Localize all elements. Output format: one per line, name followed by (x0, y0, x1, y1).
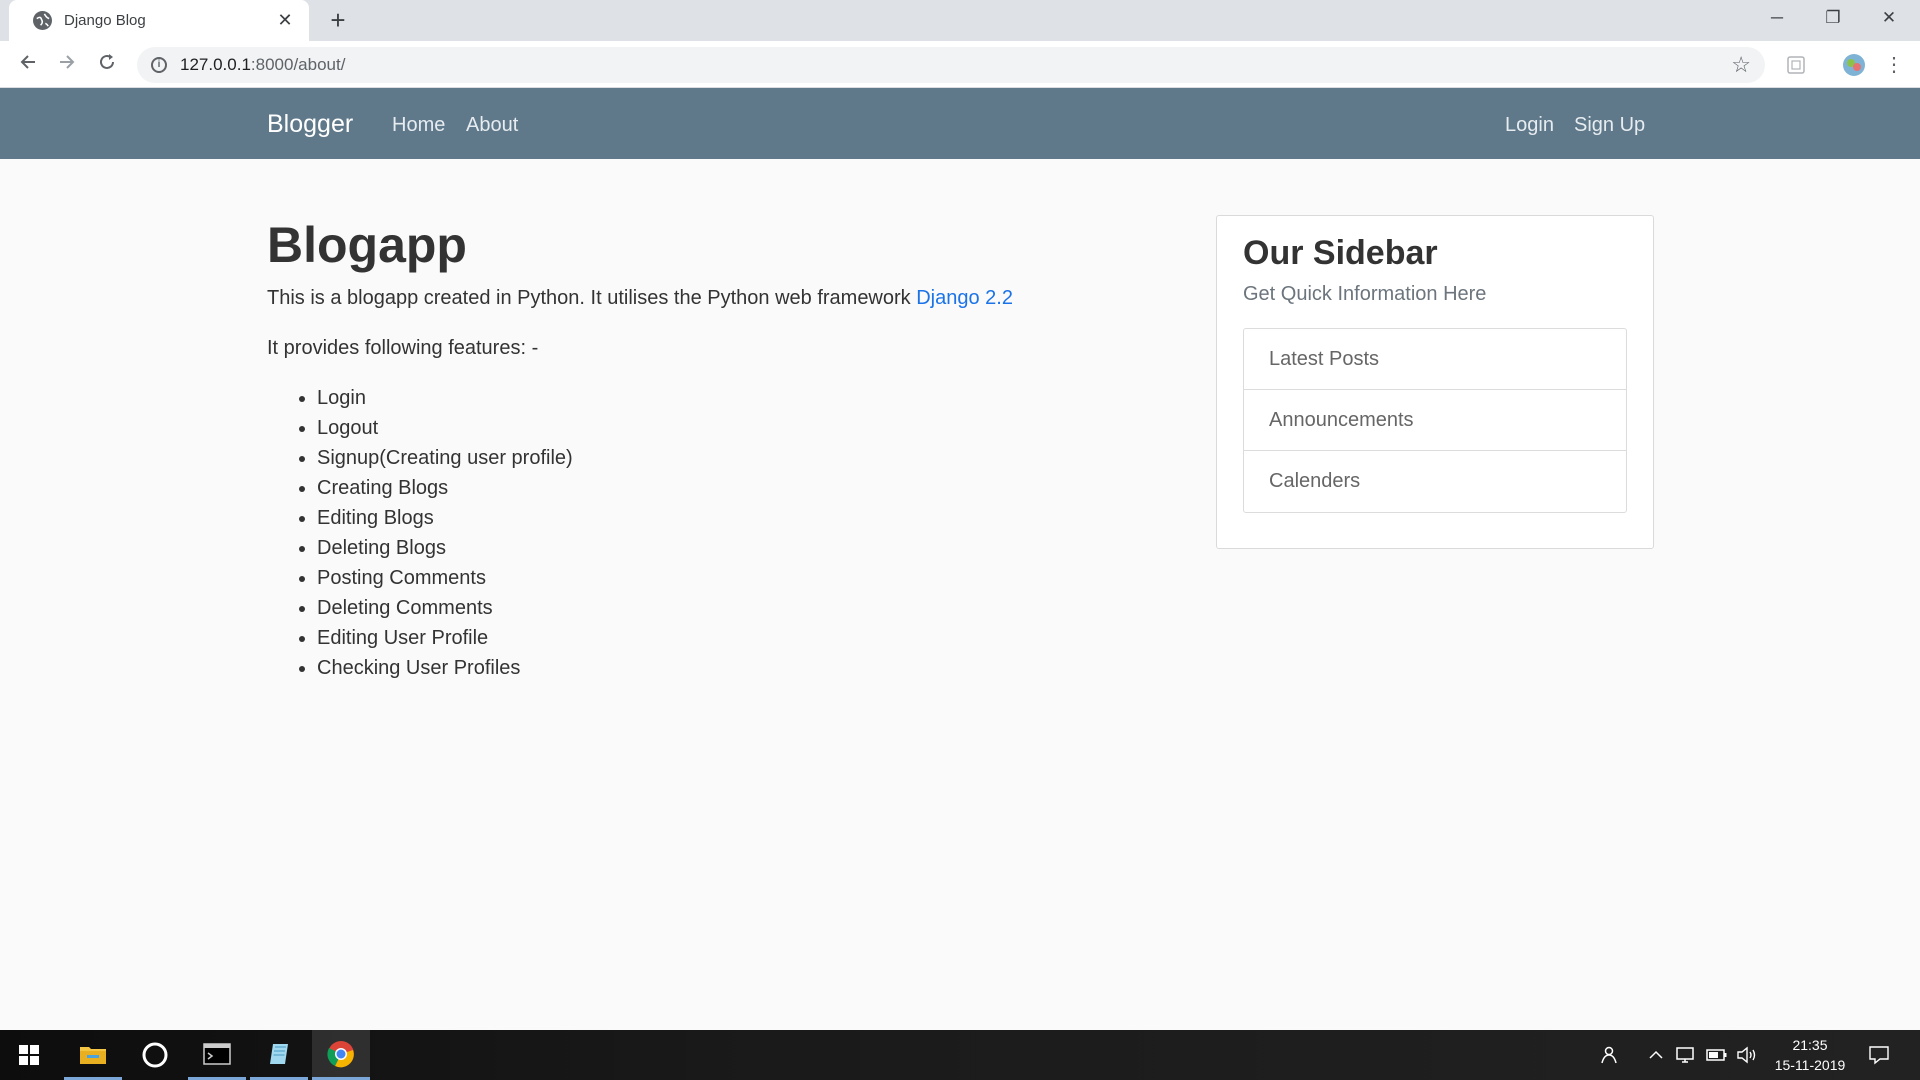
extension-icon[interactable] (1786, 55, 1806, 75)
intro-text: This is a blogapp created in Python. It … (267, 287, 917, 309)
list-item: Logout (317, 413, 1067, 443)
globe-icon (33, 11, 52, 30)
volume-icon[interactable] (1736, 1030, 1758, 1080)
nav-signup[interactable]: Sign Up (1574, 114, 1645, 137)
sidebar-item-calenders[interactable]: Calenders (1244, 451, 1626, 512)
system-clock[interactable]: 21:35 15-11-2019 (1765, 1035, 1855, 1075)
cortana-icon[interactable] (126, 1030, 184, 1080)
sidebar-card: Our Sidebar Get Quick Information Here L… (1216, 215, 1654, 549)
site-navbar: Blogger Home About Login Sign Up (0, 88, 1920, 159)
file-explorer-icon[interactable] (64, 1030, 122, 1080)
network-icon[interactable] (1676, 1030, 1696, 1080)
browser-tab-strip: Django Blog ✕ + ─ ❐ ✕ (0, 0, 1920, 41)
notepad-app-icon[interactable] (250, 1030, 308, 1080)
nav-login[interactable]: Login (1505, 114, 1554, 137)
reload-icon[interactable] (91, 49, 123, 81)
intro-paragraph: This is a blogapp created in Python. It … (267, 283, 1067, 313)
list-item: Posting Comments (317, 563, 1067, 593)
battery-icon[interactable] (1706, 1030, 1728, 1080)
clock-date: 15-11-2019 (1774, 1057, 1846, 1073)
sidebar-subtitle: Get Quick Information Here (1243, 283, 1487, 305)
sidebar-title: Our Sidebar (1243, 234, 1438, 272)
browser-tab[interactable]: Django Blog ✕ (9, 0, 309, 41)
tab-title: Django Blog (64, 12, 146, 29)
new-tab-button[interactable]: + (322, 5, 354, 37)
minimize-button[interactable]: ─ (1749, 0, 1805, 38)
nav-about[interactable]: About (466, 114, 518, 137)
list-item: Login (317, 383, 1067, 413)
features-intro: It provides following features: - (267, 337, 539, 359)
menu-dots-icon[interactable]: ⋮ (1884, 55, 1904, 75)
chevron-up-icon[interactable] (1648, 1030, 1664, 1080)
forward-arrow-icon[interactable] (51, 49, 83, 81)
browser-toolbar: i 127.0.0.1 :8000/about/ ☆ ⋮ (0, 41, 1920, 88)
url-path: :8000/about/ (250, 55, 346, 74)
list-item: Creating Blogs (317, 473, 1067, 503)
list-item: Deleting Blogs (317, 533, 1067, 563)
maximize-button[interactable]: ❐ (1805, 0, 1861, 38)
page-title: Blogapp (267, 217, 467, 273)
nav-home[interactable]: Home (392, 114, 445, 137)
sidebar-item-announcements[interactable]: Announcements (1244, 390, 1626, 451)
windows-taskbar: 21:35 15-11-2019 (0, 1030, 1920, 1080)
django-link[interactable]: Django 2.2 (916, 287, 1013, 309)
list-item: Deleting Comments (317, 593, 1067, 623)
back-arrow-icon[interactable] (12, 49, 44, 81)
list-item: Checking User Profiles (317, 653, 1067, 683)
notifications-icon[interactable] (1868, 1030, 1890, 1080)
list-item: Editing User Profile (317, 623, 1067, 653)
terminal-icon[interactable] (188, 1030, 246, 1080)
people-icon[interactable] (1598, 1030, 1618, 1080)
window-close-button[interactable]: ✕ (1861, 0, 1917, 38)
list-item: Editing Blogs (317, 503, 1067, 533)
list-item: Signup(Creating user profile) (317, 443, 1067, 473)
profile-avatar[interactable] (1842, 53, 1866, 77)
url-host: 127.0.0.1 (180, 55, 251, 74)
address-bar[interactable]: i 127.0.0.1 :8000/about/ ☆ (137, 47, 1765, 83)
star-icon[interactable]: ☆ (1731, 52, 1751, 78)
main-content: Blogapp This is a blogapp created in Pyt… (267, 215, 1067, 683)
sidebar-list: Latest Posts Announcements Calenders (1243, 328, 1627, 513)
brand-logo[interactable]: Blogger (267, 110, 353, 139)
sidebar-item-latest-posts[interactable]: Latest Posts (1244, 329, 1626, 390)
info-icon[interactable]: i (151, 57, 167, 73)
chrome-icon[interactable] (312, 1030, 370, 1080)
clock-time: 21:35 (1792, 1037, 1828, 1053)
windows-start-icon[interactable] (0, 1030, 58, 1080)
features-list: Login Logout Signup(Creating user profil… (267, 383, 1067, 683)
tab-close-icon[interactable]: ✕ (275, 10, 295, 31)
